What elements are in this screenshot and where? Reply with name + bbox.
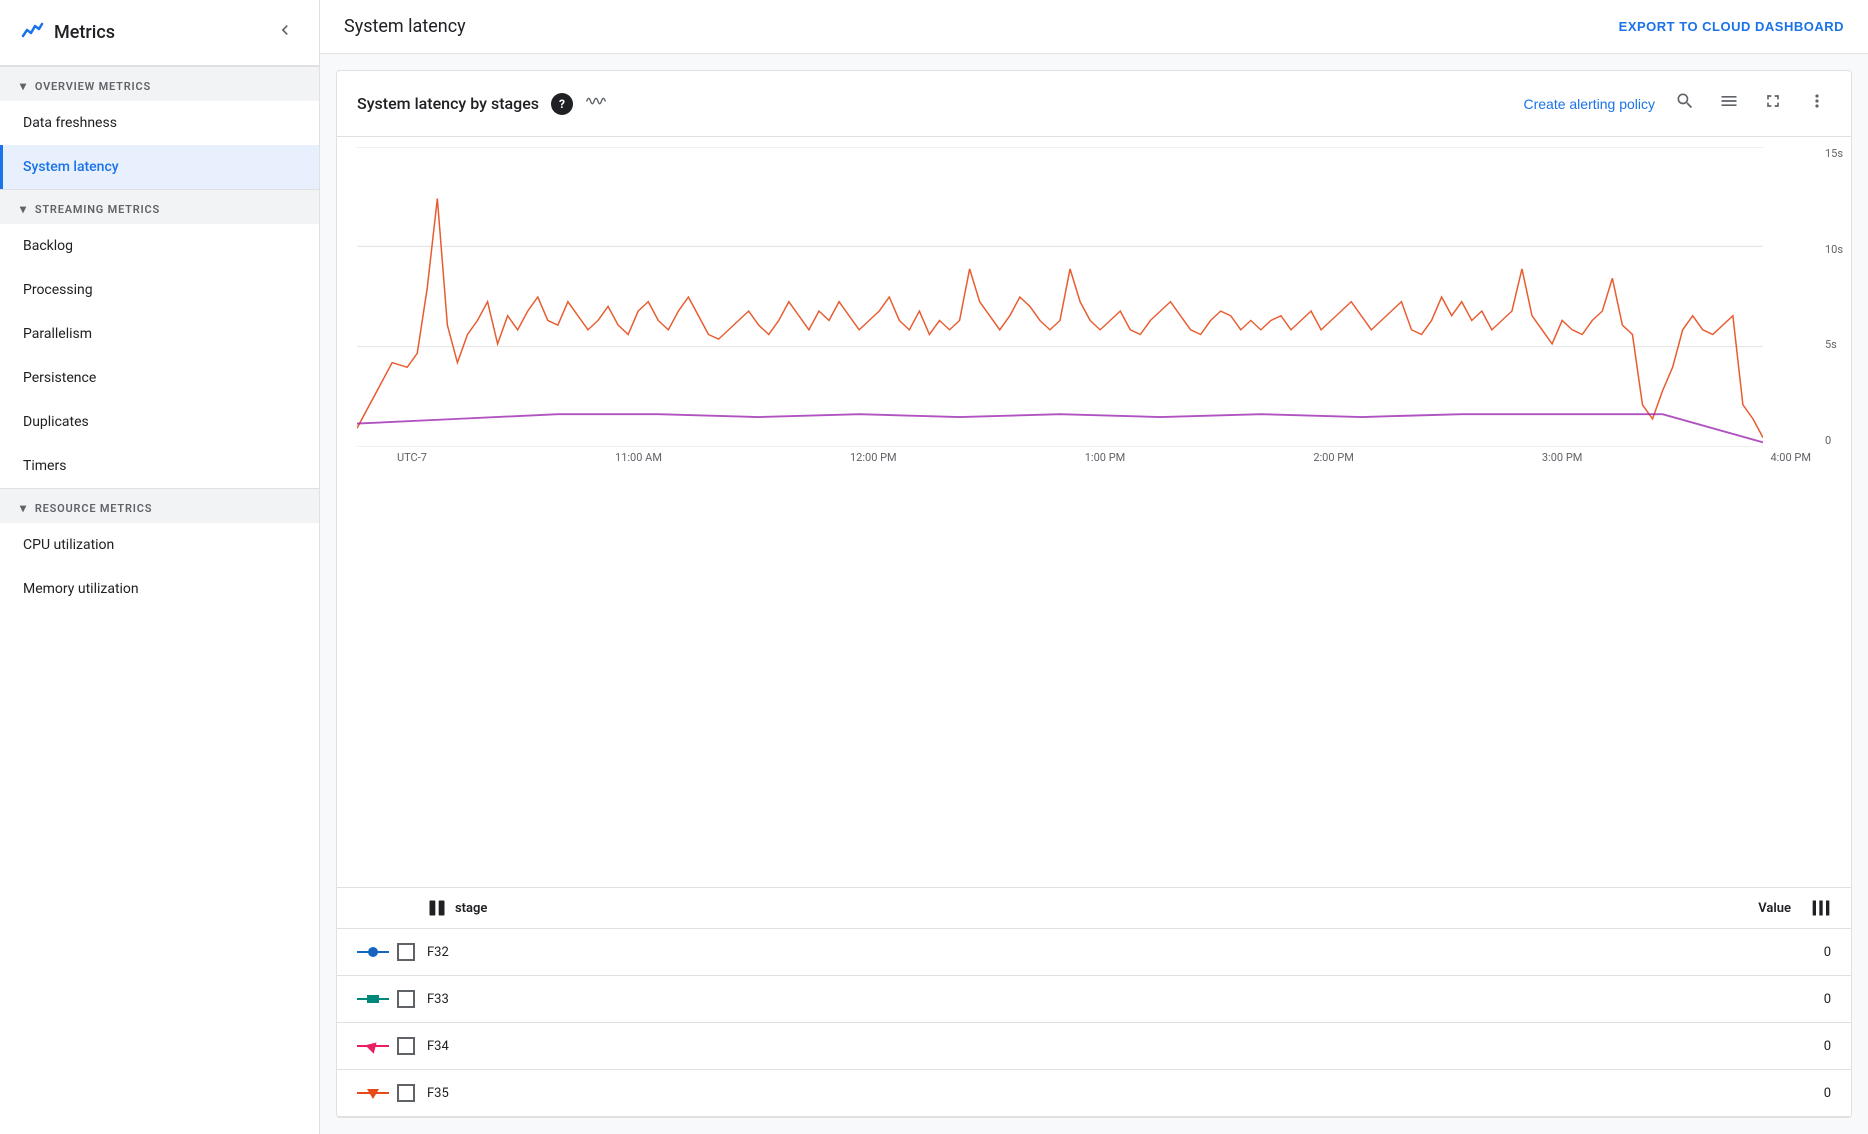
- y-label-15s: 15s: [1825, 147, 1843, 160]
- f34-line-icon: [357, 1038, 389, 1054]
- f34-name: F34: [427, 1039, 1751, 1054]
- f32-value: 0: [1751, 945, 1831, 960]
- sidebar-item-memory[interactable]: Memory utilization: [0, 567, 319, 611]
- search-icon[interactable]: [1671, 87, 1699, 120]
- more-options-icon[interactable]: [1803, 87, 1831, 120]
- legend-row-f35[interactable]: F35 0: [337, 1070, 1851, 1117]
- f35-line-icon: [357, 1085, 389, 1101]
- f34-value: 0: [1751, 1039, 1831, 1054]
- metrics-icon: [20, 18, 44, 48]
- y-label-0: 0: [1825, 434, 1843, 447]
- help-icon[interactable]: ?: [551, 93, 573, 115]
- create-alert-button[interactable]: Create alerting policy: [1523, 96, 1655, 112]
- x-label-11am: 11:00 AM: [615, 451, 662, 464]
- section-resource: ▾ RESOURCE METRICS: [0, 488, 319, 523]
- section-streaming-label: STREAMING METRICS: [35, 203, 160, 216]
- sidebar: Metrics ▾ OVERVIEW METRICS Data freshnes…: [0, 0, 320, 1134]
- fullscreen-icon[interactable]: [1759, 87, 1787, 120]
- f32-checkbox[interactable]: [397, 943, 415, 961]
- chart-card: System latency by stages ? Create alerti…: [336, 70, 1852, 1118]
- section-overview: ▾ OVERVIEW METRICS: [0, 66, 319, 101]
- y-label-10s: 10s: [1825, 243, 1843, 256]
- f35-value: 0: [1751, 1086, 1831, 1101]
- top-bar: System latency EXPORT TO CLOUD DASHBOARD: [320, 0, 1868, 54]
- page-title: System latency: [344, 16, 466, 37]
- sidebar-item-system-latency[interactable]: System latency: [0, 145, 319, 189]
- sidebar-item-timers[interactable]: Timers: [0, 444, 319, 488]
- chevron-down-icon-streaming: ▾: [20, 202, 27, 216]
- collapse-button[interactable]: [271, 16, 299, 49]
- legend-header: stage Value: [337, 888, 1851, 929]
- x-label-1pm: 1:00 PM: [1085, 451, 1125, 464]
- f33-name: F33: [427, 992, 1751, 1007]
- x-label-3pm: 3:00 PM: [1542, 451, 1582, 464]
- section-resource-label: RESOURCE METRICS: [35, 502, 152, 515]
- sidebar-item-cpu[interactable]: CPU utilization: [0, 523, 319, 567]
- section-streaming: ▾ STREAMING METRICS: [0, 189, 319, 224]
- sidebar-item-persistence[interactable]: Persistence: [0, 356, 319, 400]
- chart-title: System latency by stages: [357, 94, 539, 113]
- f35-name: F35: [427, 1086, 1751, 1101]
- legend-icon[interactable]: [1715, 87, 1743, 120]
- chart-area: 15s 10s 5s 0 UTC-7 11:00 AM: [337, 137, 1851, 887]
- chevron-down-icon-resource: ▾: [20, 501, 27, 515]
- x-label-12pm: 12:00 PM: [850, 451, 897, 464]
- wave-icon[interactable]: [585, 90, 607, 117]
- sidebar-item-backlog[interactable]: Backlog: [0, 224, 319, 268]
- x-axis-labels: UTC-7 11:00 AM 12:00 PM 1:00 PM 2:00 PM …: [357, 447, 1811, 464]
- chart-actions: Create alerting policy: [1523, 87, 1831, 120]
- section-overview-label: OVERVIEW METRICS: [35, 80, 151, 93]
- legend-stage-header: stage: [427, 898, 1711, 918]
- legend-row-f34[interactable]: F34 0: [337, 1023, 1851, 1070]
- legend-row-f32[interactable]: F32 0: [337, 929, 1851, 976]
- f33-checkbox[interactable]: [397, 990, 415, 1008]
- x-label-2pm: 2:00 PM: [1313, 451, 1353, 464]
- chart-svg: [357, 147, 1763, 447]
- f32-line-icon: [357, 944, 389, 960]
- export-button[interactable]: EXPORT TO CLOUD DASHBOARD: [1619, 19, 1844, 34]
- legend-row-f33[interactable]: F33 0: [337, 976, 1851, 1023]
- y-label-5s: 5s: [1825, 338, 1843, 351]
- legend-stage-col-label: stage: [455, 901, 487, 916]
- f33-value: 0: [1751, 992, 1831, 1007]
- chevron-down-icon: ▾: [20, 79, 27, 93]
- x-label-4pm: 4:00 PM: [1770, 451, 1810, 464]
- app-logo: Metrics: [20, 18, 115, 48]
- legend-value-col-label: Value: [1711, 901, 1791, 916]
- sidebar-item-duplicates[interactable]: Duplicates: [0, 400, 319, 444]
- y-axis-labels: 15s 10s 5s 0: [1825, 147, 1843, 447]
- f34-checkbox[interactable]: [397, 1037, 415, 1055]
- f35-checkbox[interactable]: [397, 1084, 415, 1102]
- f33-line-icon: [357, 991, 389, 1007]
- columns-icon[interactable]: [1811, 898, 1831, 918]
- x-label-utc: UTC-7: [397, 451, 427, 464]
- app-name-label: Metrics: [54, 22, 115, 43]
- sidebar-item-data-freshness[interactable]: Data freshness: [0, 101, 319, 145]
- sidebar-item-parallelism[interactable]: Parallelism: [0, 312, 319, 356]
- chart-header: System latency by stages ? Create alerti…: [337, 71, 1851, 137]
- sidebar-item-processing[interactable]: Processing: [0, 268, 319, 312]
- main-content: System latency EXPORT TO CLOUD DASHBOARD…: [320, 0, 1868, 1134]
- legend-table: stage Value F32 0: [337, 887, 1851, 1117]
- sidebar-header: Metrics: [0, 0, 319, 66]
- f32-name: F32: [427, 945, 1751, 960]
